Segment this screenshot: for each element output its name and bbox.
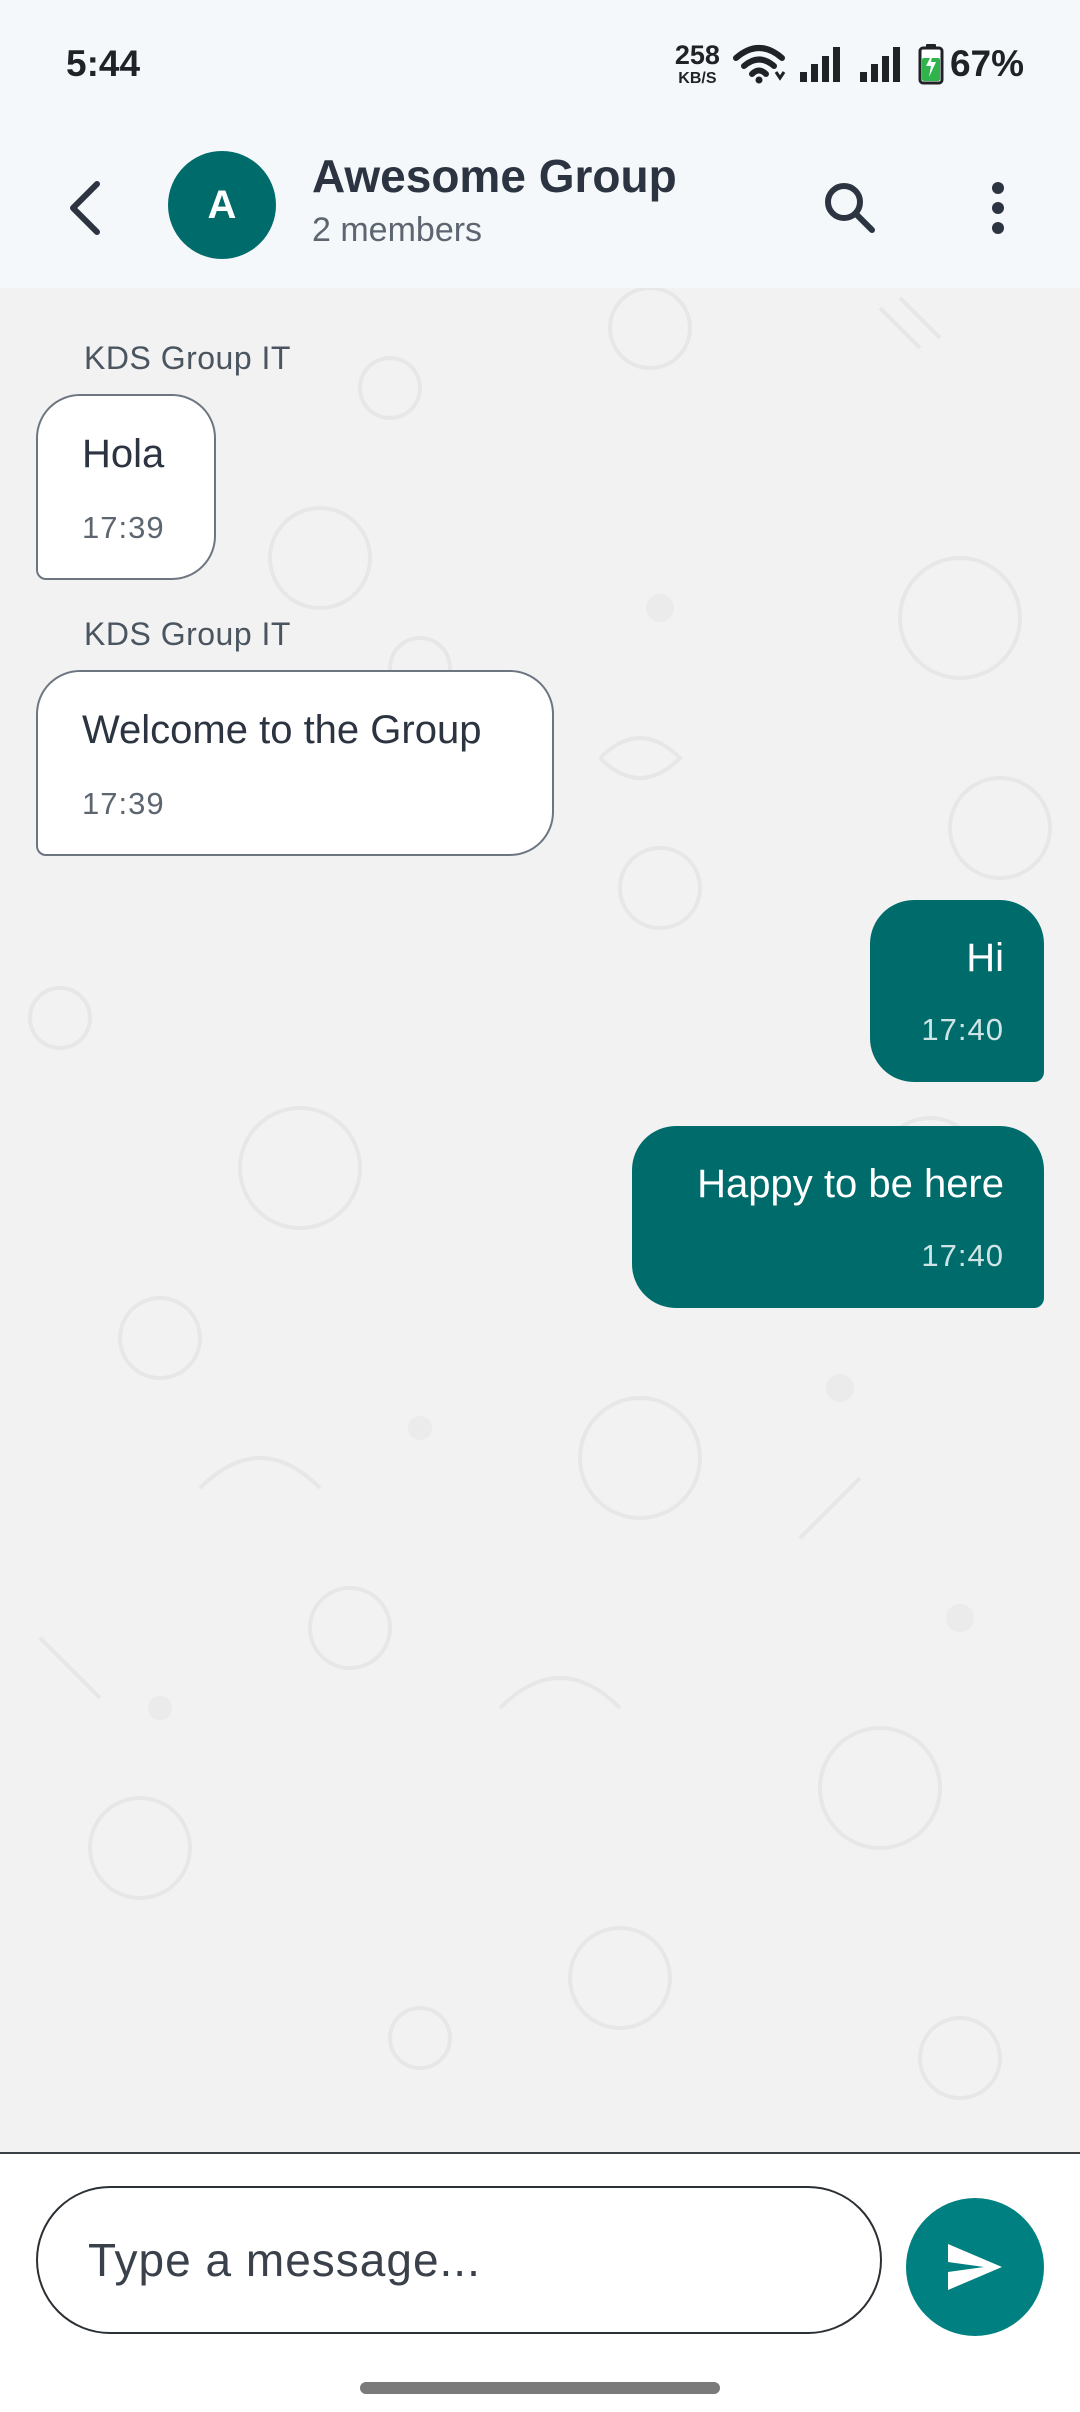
home-indicator[interactable] (360, 2382, 720, 2394)
search-button[interactable] (812, 170, 888, 246)
status-bar: 5:44 258 KB/S 67% (0, 0, 1080, 128)
send-icon (948, 2244, 1002, 2290)
outgoing-message-bubble[interactable]: Hi 17:40 (870, 900, 1044, 1082)
wifi-icon (732, 44, 786, 84)
battery-indicator: 67% (918, 43, 1024, 85)
status-time: 5:44 (66, 43, 141, 84)
signal-icon (858, 44, 906, 84)
message-time: 17:39 (82, 510, 165, 545)
send-button[interactable] (906, 2198, 1044, 2336)
message-text: Welcome to the Group (82, 708, 482, 752)
message-time: 17:40 (921, 1238, 1004, 1273)
message-text: Hola (82, 432, 165, 476)
message-sender: KDS Group IT (84, 616, 291, 652)
message-time: 17:40 (921, 1012, 1004, 1047)
battery-charging-icon (918, 43, 944, 85)
battery-percent: 67% (949, 43, 1024, 84)
member-count: 2 members (312, 210, 483, 249)
back-arrow-icon (70, 181, 100, 235)
back-button[interactable] (50, 170, 120, 246)
network-speed-unit: KB/S (678, 69, 717, 87)
network-speed: 258 KB/S (674, 39, 720, 87)
chat-header: A Awesome Group 2 members (0, 128, 1080, 288)
message-input[interactable] (36, 2186, 882, 2334)
incoming-message-bubble[interactable]: Hola 17:39 (36, 394, 216, 580)
group-name: Awesome Group (312, 150, 677, 202)
message-sender: KDS Group IT (84, 340, 291, 376)
avatar[interactable]: A (168, 151, 276, 259)
message-text: Hi (966, 936, 1004, 980)
incoming-message-bubble[interactable]: Welcome to the Group 17:39 (36, 670, 554, 856)
search-icon (825, 183, 875, 233)
outgoing-message-bubble[interactable]: Happy to be here 17:40 (632, 1126, 1044, 1308)
network-speed-value: 258 (674, 39, 720, 70)
more-vertical-icon (992, 182, 1004, 234)
message-composer (0, 2152, 1080, 2412)
signal-icon (798, 44, 846, 84)
message-time: 17:39 (82, 786, 165, 821)
message-list[interactable]: KDS Group IT Hola 17:39 KDS Group IT Wel… (0, 288, 1080, 2152)
status-icons: 258 KB/S 67% (674, 39, 1024, 87)
more-options-button[interactable] (960, 170, 1036, 246)
message-text: Happy to be here (697, 1162, 1004, 1206)
chat-screen: 5:44 258 KB/S 67% A Awesome Group 2 memb… (0, 0, 1080, 2412)
group-info[interactable]: Awesome Group 2 members (312, 150, 677, 250)
